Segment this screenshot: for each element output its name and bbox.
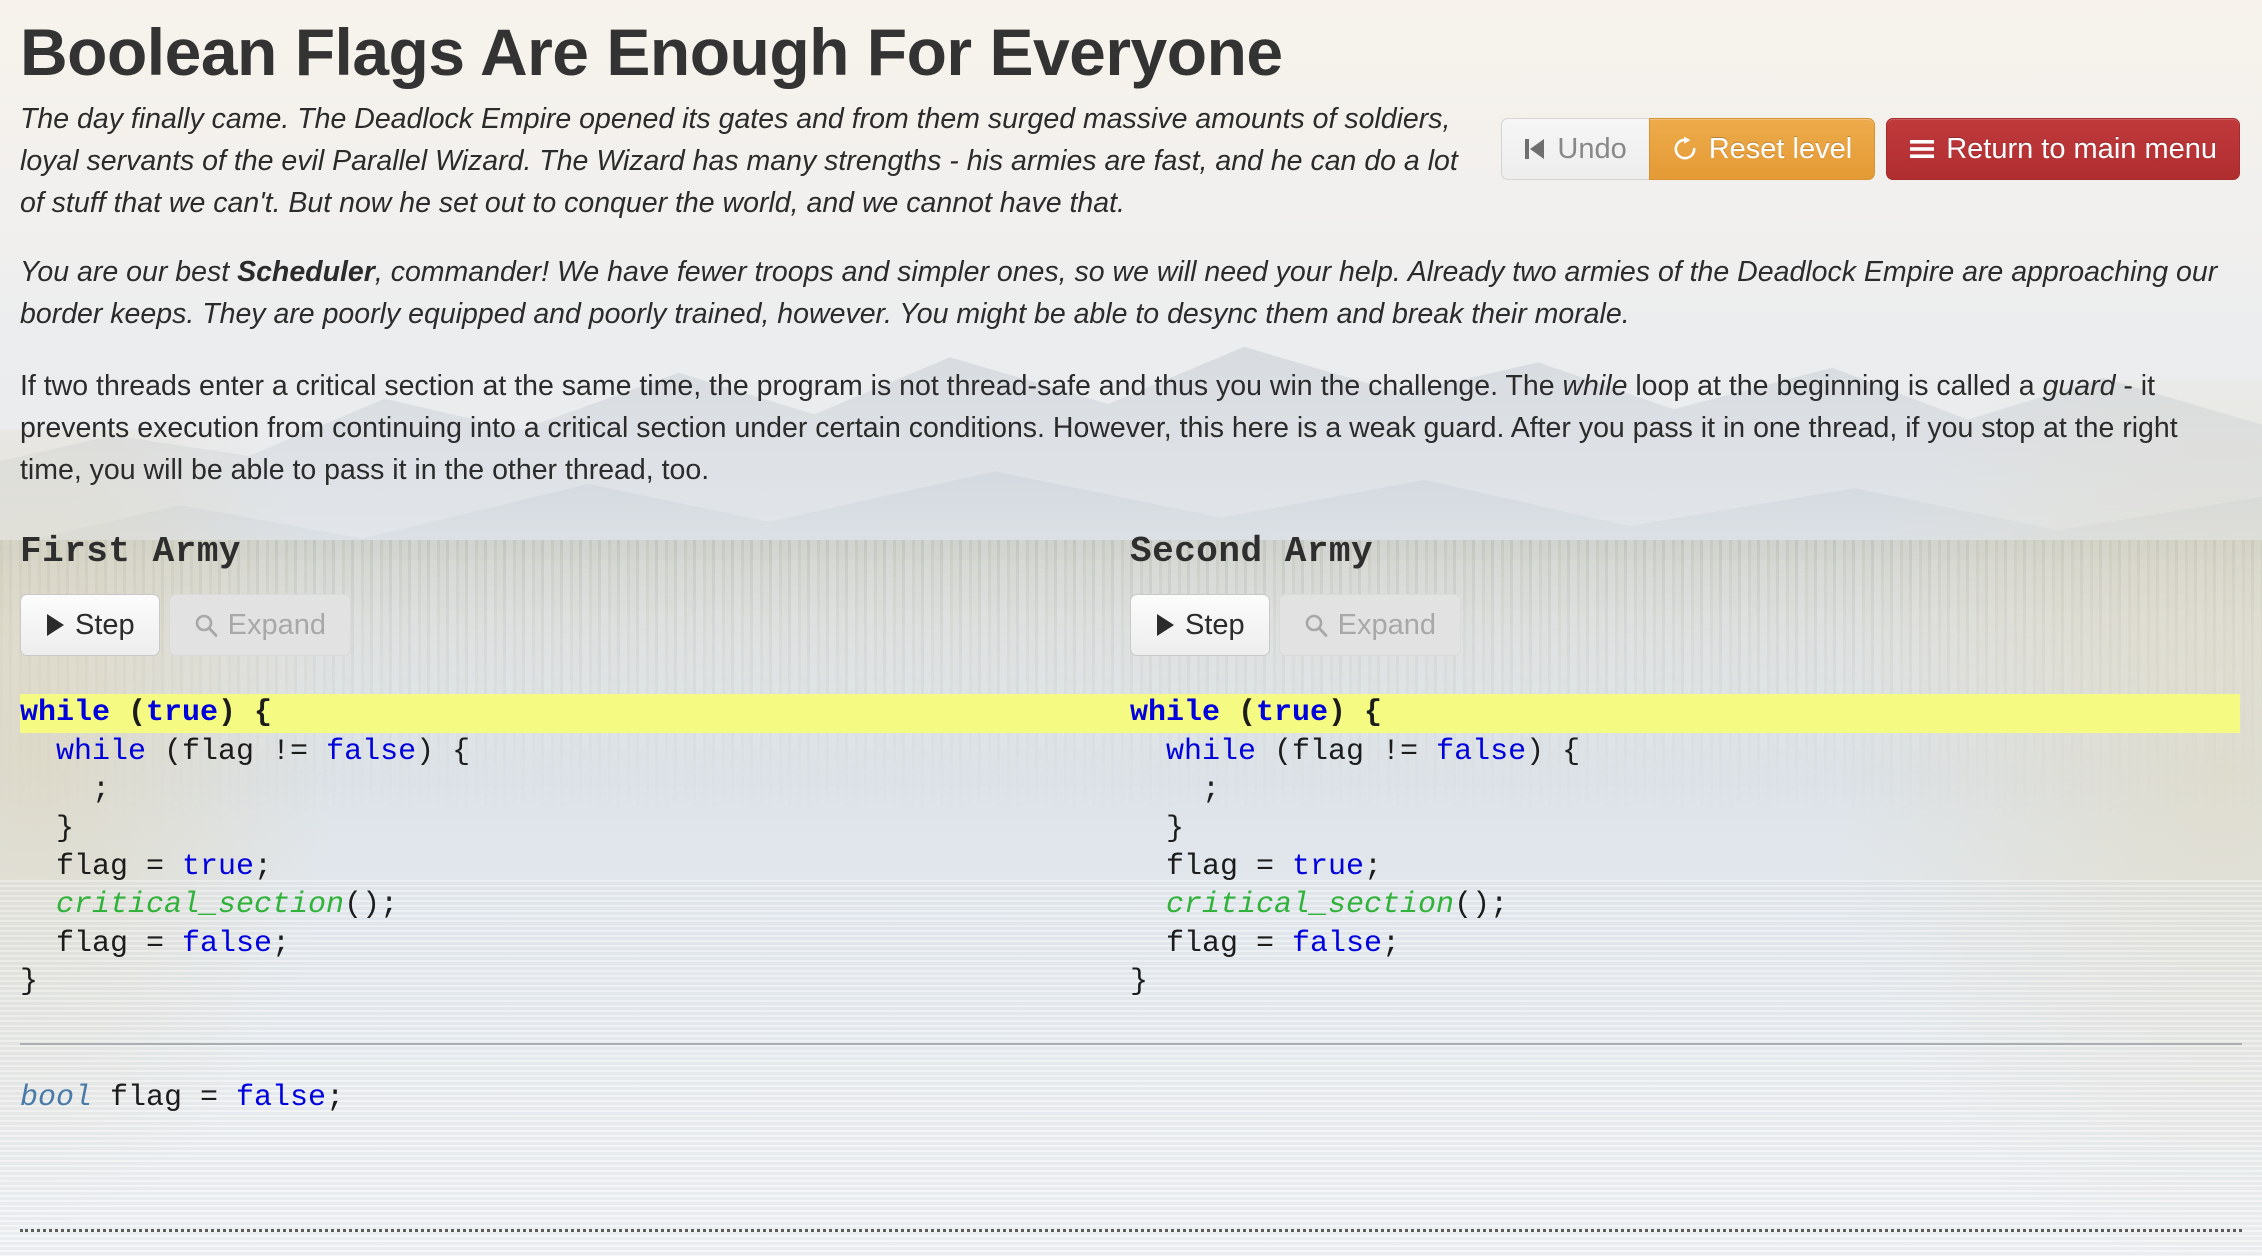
toolbar: Undo Reset level Return to main menu: [1501, 118, 2240, 180]
code-line[interactable]: }: [1130, 810, 2240, 848]
code-line[interactable]: flag = true;: [20, 848, 1130, 886]
thread-title-first-army: First Army: [20, 531, 242, 573]
step-backward-icon: [1524, 137, 1546, 161]
thread-column-first-army: First Army Step Expand while (true) {wh…: [20, 531, 1130, 1001]
step-button-label: Step: [75, 608, 135, 641]
code-line[interactable]: ;: [1130, 771, 2240, 809]
expand-button-label: Expand: [1337, 608, 1437, 641]
return-to-main-menu-button-label: Return to main menu: [1946, 132, 2217, 165]
code-line[interactable]: while (true) {: [20, 694, 1130, 733]
explain-em-guard: guard: [2042, 369, 2116, 402]
code-line[interactable]: flag = false;: [20, 925, 1130, 963]
expand-button-label: Expand: [227, 608, 327, 641]
explain-part2: loop at the beginning is called a: [1627, 369, 2043, 402]
code-block-first-army[interactable]: while (true) { while (flag != false) { ;…: [20, 694, 1130, 1001]
code-line[interactable]: }: [20, 963, 1130, 1001]
code-line[interactable]: while (true) {: [1130, 694, 2240, 733]
undo-button-label: Undo: [1557, 132, 1627, 165]
reset-level-button[interactable]: Reset level: [1648, 118, 1876, 180]
code-line[interactable]: }: [20, 810, 1130, 848]
decl-type: bool: [20, 1080, 93, 1115]
step-button-label: Step: [1185, 608, 1245, 641]
thread-column-second-army: Second Army Step Expand while (true) {w…: [1130, 531, 2240, 1001]
bottom-dotted-divider: [20, 1229, 2242, 1232]
decl-value: false: [236, 1080, 327, 1115]
search-icon: [1304, 613, 1328, 638]
story-p2-part1: You are our best: [20, 255, 238, 288]
code-line[interactable]: ;: [20, 771, 1130, 809]
code-line[interactable]: while (flag != false) {: [20, 733, 1130, 771]
story-p2-bold: Scheduler: [237, 255, 375, 288]
expand-button-first-army[interactable]: Expand: [168, 594, 352, 657]
play-icon: [45, 613, 65, 637]
shared-declarations: bool flag = false;: [20, 1045, 2242, 1117]
story-paragraph-1: The day finally came. The Deadlock Empir…: [20, 103, 1458, 220]
thread-controls-first-army: Step Expand: [20, 594, 1130, 657]
code-line[interactable]: while (flag != false) {: [1130, 733, 2240, 771]
page-title: Boolean Flags Are Enough For Everyone: [20, 15, 1283, 89]
thread-controls-second-army: Step Expand: [1130, 594, 2240, 657]
decl-name: flag =: [92, 1080, 237, 1115]
reset-level-button-label: Reset level: [1708, 132, 1853, 165]
page-root: Boolean Flags Are Enough For Everyone Un…: [0, 0, 2262, 1256]
code-line[interactable]: critical_section();: [20, 886, 1130, 924]
explain-part1: If two threads enter a critical section …: [20, 369, 1563, 402]
code-line[interactable]: }: [1130, 963, 2240, 1001]
code-line[interactable]: critical_section();: [1130, 886, 2240, 924]
step-button-second-army[interactable]: Step: [1130, 594, 1270, 657]
return-to-main-menu-button[interactable]: Return to main menu: [1886, 118, 2240, 180]
search-icon: [194, 613, 218, 638]
thread-columns: First Army Step Expand while (true) {wh…: [20, 491, 2242, 1001]
story-paragraph-2: You are our best Scheduler, commander! W…: [20, 225, 2232, 336]
thread-title-second-army: Second Army: [1130, 531, 1374, 573]
step-button-first-army[interactable]: Step: [20, 594, 160, 657]
code-line[interactable]: flag = false;: [1130, 925, 2240, 963]
explain-em-while: while: [1562, 369, 1628, 402]
play-icon: [1155, 613, 1175, 637]
undo-button[interactable]: Undo: [1501, 118, 1649, 180]
explanation-paragraph: If two threads enter a critical section …: [20, 336, 2232, 492]
expand-button-second-army[interactable]: Expand: [1278, 594, 1462, 657]
refresh-icon: [1672, 136, 1698, 162]
code-block-second-army[interactable]: while (true) { while (flag != false) { ;…: [1130, 694, 2240, 1001]
hamburger-icon: [1909, 138, 1935, 160]
code-line[interactable]: flag = true;: [1130, 848, 2240, 886]
decl-terminator: ;: [326, 1080, 345, 1115]
